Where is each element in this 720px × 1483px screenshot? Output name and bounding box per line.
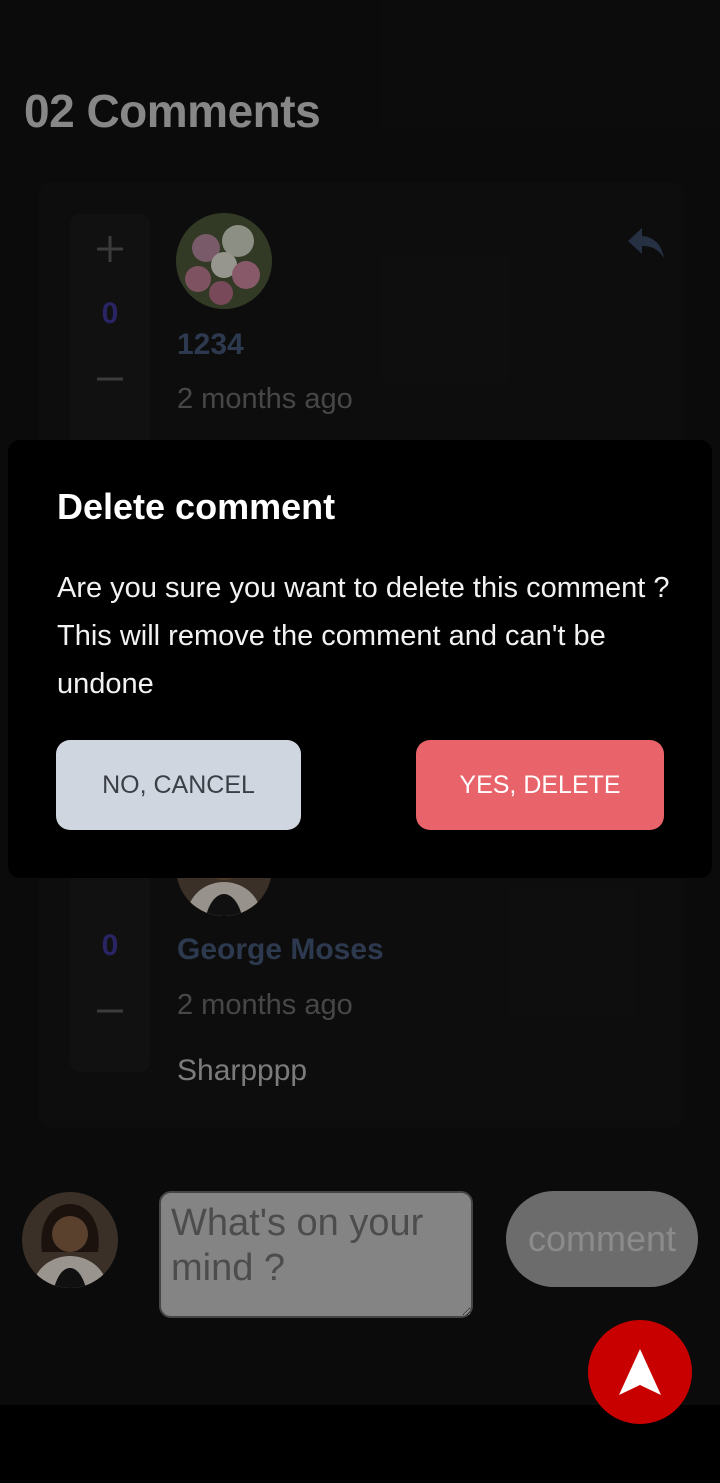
delete-button[interactable]: YES, DELETE (416, 740, 664, 830)
bottom-bar (0, 1405, 720, 1483)
cancel-button[interactable]: NO, CANCEL (56, 740, 301, 830)
delete-dialog: Delete comment Are you sure you want to … (8, 440, 712, 878)
dialog-title: Delete comment (57, 486, 336, 527)
navigation-arrow-icon (619, 1349, 661, 1395)
navigate-fab[interactable] (588, 1320, 692, 1424)
dialog-message: Are you sure you want to delete this com… (57, 572, 670, 700)
